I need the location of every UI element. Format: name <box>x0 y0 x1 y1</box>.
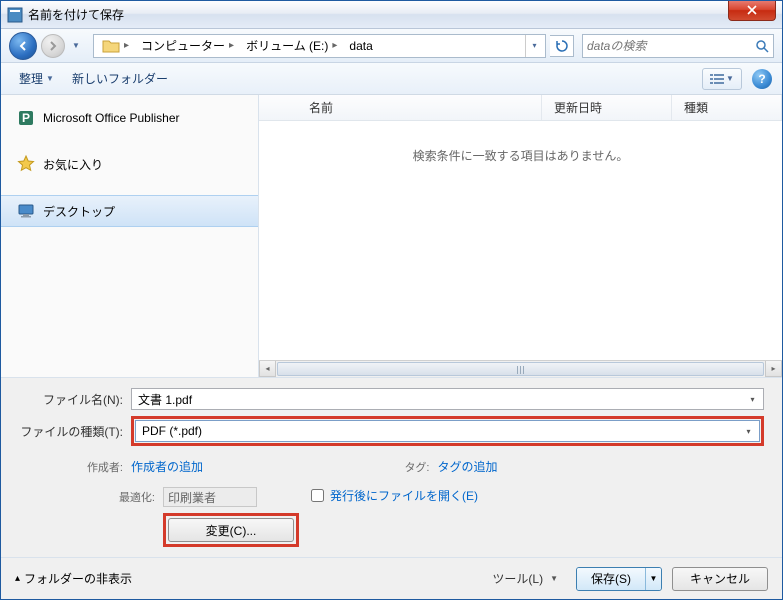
back-button[interactable] <box>9 32 37 60</box>
cancel-button[interactable]: キャンセル <box>672 567 768 591</box>
col-name[interactable]: 名前 <box>259 95 542 120</box>
tools-menu[interactable]: ツール(L)▼ <box>484 566 566 591</box>
window-title: 名前を付けて保存 <box>28 6 728 23</box>
filename-label: ファイル名(N): <box>11 391 131 408</box>
sidebar-item-publisher[interactable]: P Microsoft Office Publisher <box>1 103 258 133</box>
open-after-label: 発行後にファイルを開く(E) <box>330 487 478 504</box>
organize-button[interactable]: 整理▼ <box>11 66 62 91</box>
add-author-link[interactable]: 作成者の追加 <box>131 458 203 475</box>
search-icon <box>755 39 769 53</box>
file-list-pane: 名前 更新日時 種類 検索条件に一致する項目はありません。 ◂ ▸ <box>259 95 782 377</box>
file-list[interactable]: 検索条件に一致する項目はありません。 ◂ ▸ <box>259 121 782 377</box>
sidebar: P Microsoft Office Publisher お気に入り デスクトッ… <box>1 95 259 377</box>
form-area: ファイル名(N): 文書 1.pdf ▾ ファイルの種類(T): PDF (*.… <box>1 377 782 557</box>
column-headers: 名前 更新日時 種類 <box>259 95 782 121</box>
breadcrumb-seg-1[interactable]: ボリューム (E:)▸ <box>240 35 343 57</box>
chevron-up-icon: ▴ <box>15 573 20 584</box>
scroll-left[interactable]: ◂ <box>259 361 276 377</box>
toolbar: 整理▼ 新しいフォルダー ▼ ? <box>1 63 782 95</box>
author-label: 作成者: <box>11 459 131 475</box>
nav-bar: ▼ ▸ コンピューター▸ ボリューム (E:)▸ data ▾ <box>1 29 782 63</box>
nav-history-dropdown[interactable]: ▼ <box>69 32 83 60</box>
filename-input[interactable]: 文書 1.pdf ▾ <box>131 388 764 410</box>
body: P Microsoft Office Publisher お気に入り デスクトッ… <box>1 95 782 377</box>
horizontal-scrollbar[interactable]: ◂ ▸ <box>259 360 782 377</box>
breadcrumb-dropdown[interactable]: ▾ <box>525 35 543 57</box>
breadcrumb-root[interactable]: ▸ <box>96 35 135 57</box>
forward-button[interactable] <box>41 34 65 58</box>
add-tag-link[interactable]: タグの追加 <box>438 458 498 475</box>
scroll-right[interactable]: ▸ <box>765 361 782 377</box>
scroll-thumb[interactable] <box>277 362 764 376</box>
list-view-icon <box>710 73 724 85</box>
tag-label: タグ: <box>388 459 438 475</box>
col-type[interactable]: 種類 <box>672 95 782 120</box>
publisher-icon: P <box>17 109 35 127</box>
desktop-icon <box>17 202 35 220</box>
sidebar-item-label: Microsoft Office Publisher <box>43 111 180 125</box>
svg-text:P: P <box>22 111 30 125</box>
chevron-down-icon[interactable]: ▾ <box>744 391 761 407</box>
optimize-value: 印刷業者 <box>163 487 257 507</box>
save-button[interactable]: 保存(S) ▼ <box>576 567 662 591</box>
filetype-label: ファイルの種類(T): <box>11 423 131 440</box>
footer: ▴ フォルダーの非表示 ツール(L)▼ 保存(S) ▼ キャンセル <box>1 557 782 599</box>
change-button[interactable]: 変更(C)... <box>168 518 294 542</box>
new-folder-button[interactable]: 新しいフォルダー <box>64 66 176 91</box>
sidebar-item-label: デスクトップ <box>43 203 115 220</box>
app-icon <box>7 7 23 23</box>
empty-message: 検索条件に一致する項目はありません。 <box>259 121 782 164</box>
filetype-combo[interactable]: PDF (*.pdf) ▾ <box>135 420 760 442</box>
sidebar-item-favorites[interactable]: お気に入り <box>1 149 258 179</box>
breadcrumb-bar[interactable]: ▸ コンピューター▸ ボリューム (E:)▸ data ▾ <box>93 34 546 58</box>
sidebar-item-desktop[interactable]: デスクトップ <box>1 195 258 227</box>
optimize-label: 最適化: <box>11 489 163 505</box>
help-button[interactable]: ? <box>752 69 772 89</box>
title-bar: 名前を付けて保存 <box>1 1 782 29</box>
search-input[interactable] <box>587 39 755 53</box>
hide-folders-toggle[interactable]: ▴ フォルダーの非表示 <box>15 570 474 587</box>
refresh-icon <box>555 39 569 53</box>
change-button-highlight: 変更(C)... <box>163 513 299 547</box>
save-as-dialog: 名前を付けて保存 ▼ ▸ コンピューター▸ ボリューム (E:)▸ data ▾ <box>0 0 783 600</box>
filetype-highlight: PDF (*.pdf) ▾ <box>131 416 764 446</box>
open-after-input[interactable] <box>311 489 324 502</box>
chevron-down-icon[interactable]: ▾ <box>740 423 757 439</box>
search-box[interactable] <box>582 34 774 58</box>
col-date[interactable]: 更新日時 <box>542 95 672 120</box>
star-icon <box>17 155 35 173</box>
view-mode-button[interactable]: ▼ <box>702 68 742 90</box>
breadcrumb-seg-2[interactable]: data <box>343 35 378 57</box>
refresh-button[interactable] <box>550 35 574 57</box>
close-button[interactable] <box>728 1 776 21</box>
folder-icon <box>102 38 120 54</box>
breadcrumb-seg-0[interactable]: コンピューター▸ <box>135 35 240 57</box>
open-after-checkbox[interactable]: 発行後にファイルを開く(E) <box>311 487 764 504</box>
sidebar-item-label: お気に入り <box>43 156 103 173</box>
save-dropdown[interactable]: ▼ <box>645 568 661 590</box>
